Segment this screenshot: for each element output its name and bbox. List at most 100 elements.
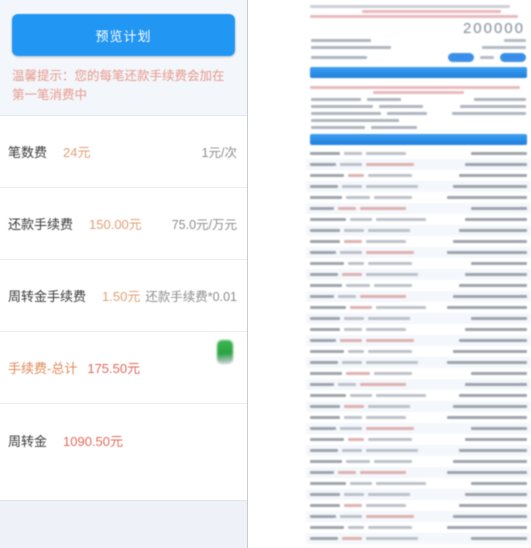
table-cell-desc: [366, 339, 414, 342]
table-row[interactable]: [306, 357, 531, 368]
table-row[interactable]: [306, 159, 531, 170]
table-row[interactable]: [306, 302, 531, 313]
table-cell-type: [338, 295, 356, 298]
table-row[interactable]: [306, 489, 531, 500]
fee-label: 周转金手续费: [8, 289, 87, 304]
table-row[interactable]: [306, 148, 531, 159]
table-row[interactable]: [306, 225, 531, 236]
table-cell-type: [340, 251, 362, 254]
table-row[interactable]: [306, 247, 531, 258]
table-cell-desc: [368, 229, 410, 232]
document-headline-number: 200000: [462, 20, 525, 37]
table-row[interactable]: [306, 467, 531, 478]
table-row[interactable]: [306, 269, 531, 280]
table-cell-type: [350, 394, 372, 397]
fee-value: 150.00元: [89, 217, 142, 232]
table-row[interactable]: [306, 379, 531, 390]
table-row[interactable]: [306, 170, 531, 181]
table-row[interactable]: [306, 412, 531, 423]
table-cell-date: [310, 229, 340, 232]
table-row[interactable]: [306, 478, 531, 489]
plan-document-preview[interactable]: 200000: [306, 0, 531, 548]
table-cell-date: [310, 262, 344, 265]
table-cell-desc: [374, 372, 412, 375]
table-row[interactable]: [306, 500, 531, 511]
row-working-capital: 周转金 1090.50元: [0, 404, 247, 476]
preview-plan-button[interactable]: 预览计划: [12, 14, 235, 56]
table-row[interactable]: [306, 445, 531, 456]
plan-schedule-table: [306, 148, 531, 544]
table-cell-date: [310, 482, 346, 485]
table-cell-date: [310, 515, 336, 518]
table-cell-type: [344, 229, 364, 232]
table-cell-amount: [465, 218, 527, 221]
table-cell-date: [310, 284, 342, 287]
table-cell-type: [348, 438, 364, 441]
table-cell-desc: [368, 350, 412, 353]
table-row[interactable]: [306, 324, 531, 335]
note-line: [310, 86, 521, 89]
detail-row: [306, 96, 531, 103]
form-label: [311, 39, 371, 42]
table-row[interactable]: [306, 291, 531, 302]
table-row[interactable]: [306, 236, 531, 247]
table-row[interactable]: [306, 214, 531, 225]
row-total-fee: 手续费-总计 175.50元: [0, 332, 247, 404]
table-cell-type: [344, 152, 362, 155]
table-cell-date: [310, 526, 344, 529]
table-row[interactable]: [306, 192, 531, 203]
table-cell-date: [310, 207, 334, 210]
header-text-line: [362, 10, 501, 13]
table-cell-desc: [366, 251, 414, 254]
table-cell-type: [344, 416, 362, 419]
form-toggle-button[interactable]: [448, 53, 474, 62]
form-value: [480, 56, 494, 59]
table-row[interactable]: [306, 313, 531, 324]
table-cell-date: [310, 416, 340, 419]
table-cell-desc: [366, 504, 406, 507]
table-cell-date: [310, 361, 338, 364]
table-row[interactable]: [306, 346, 531, 357]
table-row[interactable]: [306, 203, 531, 214]
table-cell-amount: [453, 405, 527, 408]
table-cell-type: [348, 174, 364, 177]
table-row[interactable]: [306, 390, 531, 401]
header-text-line: [310, 5, 510, 8]
table-cell-type: [346, 372, 370, 375]
table-row[interactable]: [306, 258, 531, 269]
secondary-action-bar[interactable]: [310, 134, 527, 145]
table-cell-type: [350, 218, 372, 221]
table-cell-desc: [366, 449, 418, 452]
table-row[interactable]: [306, 280, 531, 291]
table-cell-amount: [453, 185, 527, 188]
table-cell-amount: [471, 482, 527, 485]
table-row[interactable]: [306, 511, 531, 522]
table-row[interactable]: [306, 181, 531, 192]
table-row[interactable]: [306, 522, 531, 533]
table-cell-amount: [447, 361, 527, 364]
table-row[interactable]: [306, 533, 531, 544]
table-cell-amount: [471, 207, 527, 210]
table-cell-type: [350, 306, 372, 309]
table-cell-desc: [360, 383, 406, 386]
table-cell-amount: [459, 284, 527, 287]
table-cell-desc: [366, 328, 406, 331]
primary-action-bar[interactable]: [310, 67, 527, 78]
table-cell-desc: [376, 306, 426, 309]
table-cell-desc: [366, 427, 414, 430]
detail-value: [371, 126, 417, 129]
table-row[interactable]: [306, 401, 531, 412]
table-cell-amount: [459, 229, 527, 232]
table-cell-type: [348, 350, 364, 353]
form-value: [504, 39, 526, 42]
table-row[interactable]: [306, 456, 531, 467]
table-cell-date: [310, 240, 340, 243]
form-toggle-button[interactable]: [500, 53, 526, 62]
table-row[interactable]: [306, 368, 531, 379]
table-cell-amount: [471, 152, 527, 155]
bottom-action-bar[interactable]: [0, 500, 247, 548]
table-row[interactable]: [306, 423, 531, 434]
table-row[interactable]: [306, 434, 531, 445]
table-cell-type: [342, 361, 362, 364]
table-row[interactable]: [306, 335, 531, 346]
